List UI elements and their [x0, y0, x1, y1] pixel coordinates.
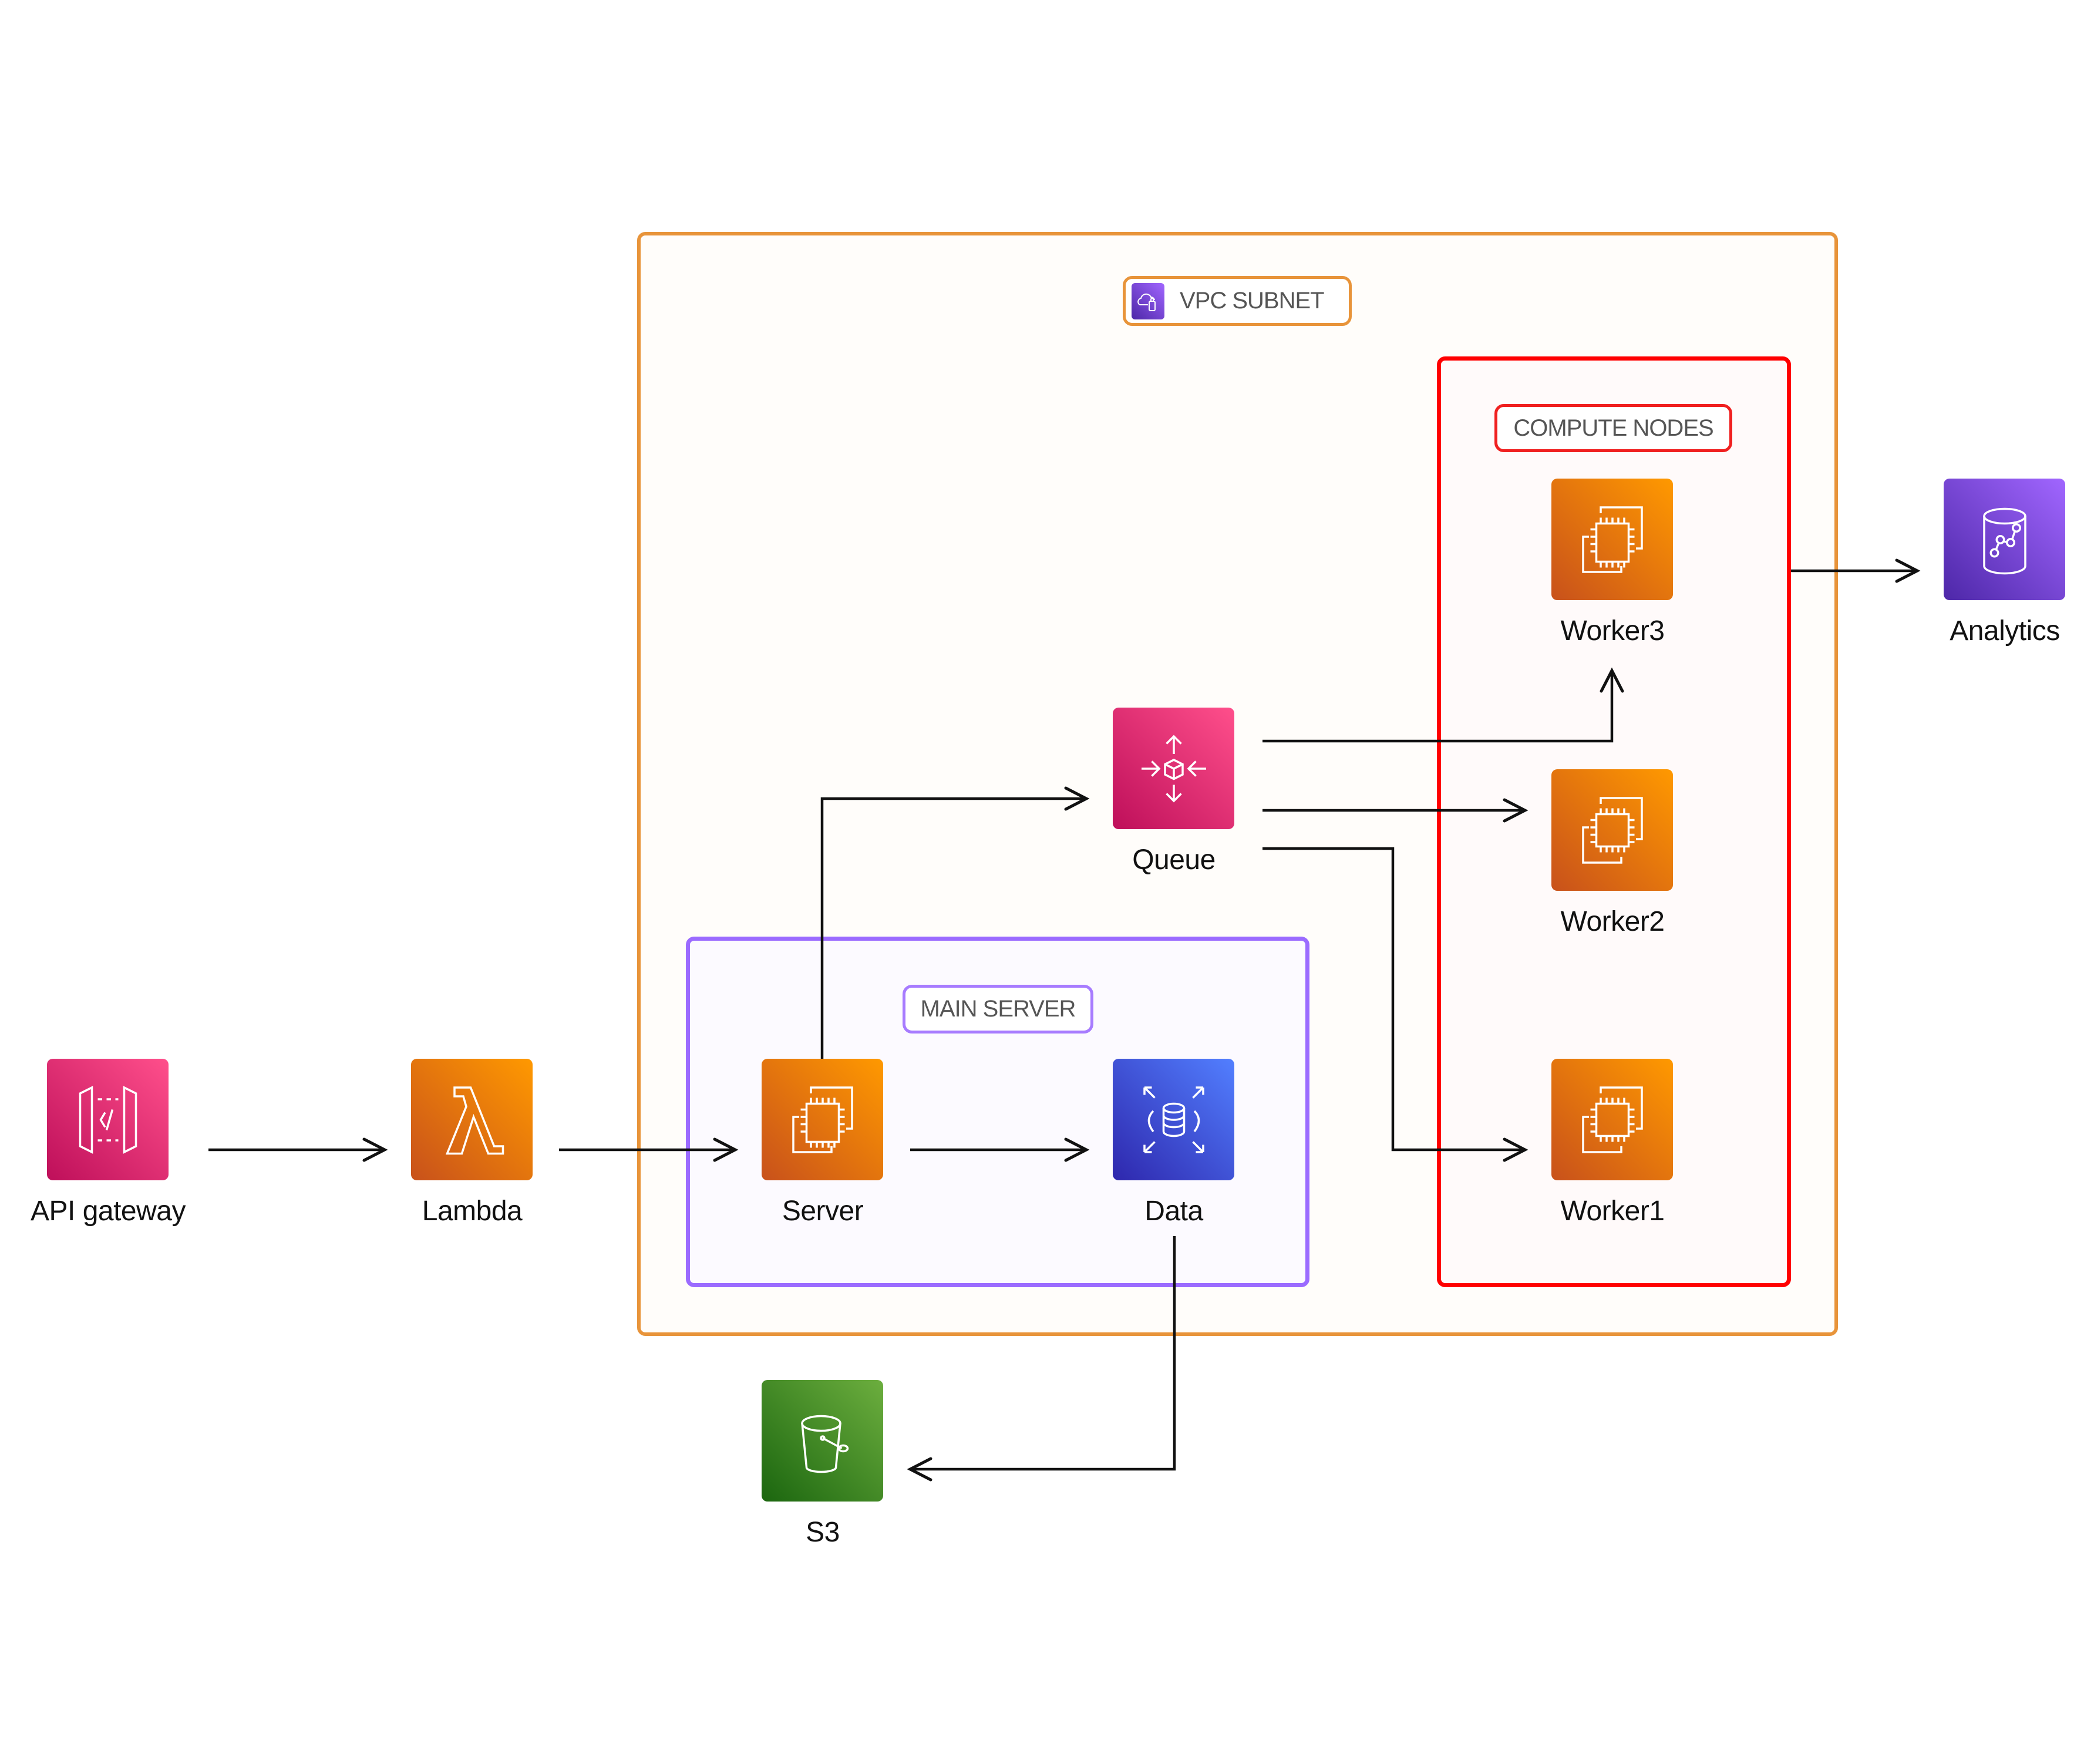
analytics-icon	[1982, 507, 2026, 574]
vpc-cloud-icon	[1132, 282, 1164, 319]
ec2-instance-icon	[1581, 796, 1643, 864]
lambda-label: Lambda	[422, 1196, 523, 1227]
analytics-node[interactable]	[1944, 479, 2065, 600]
api-gateway-icon	[79, 1085, 137, 1154]
s3-bucket-icon	[800, 1415, 849, 1473]
lambda-node[interactable]	[411, 1059, 533, 1180]
queue-label: Queue	[1132, 844, 1216, 876]
analytics-label: Analytics	[1950, 615, 2060, 647]
ec2-instance-icon	[1581, 1086, 1643, 1153]
server-node[interactable]	[762, 1059, 883, 1180]
worker3-label: Worker3	[1560, 615, 1665, 647]
compute-nodes-label: COMPUTE NODES	[1494, 404, 1732, 452]
main-server-label: MAIN SERVER	[903, 985, 1093, 1034]
rds-database-icon	[1143, 1086, 1204, 1153]
data-node[interactable]	[1113, 1059, 1234, 1180]
s3-node[interactable]	[762, 1380, 883, 1502]
queue-node[interactable]	[1113, 708, 1234, 829]
data-label: Data	[1144, 1196, 1203, 1227]
vpc-subnet-label: VPC SUBNET	[1123, 276, 1352, 326]
ec2-instance-icon	[792, 1086, 853, 1153]
lambda-icon	[445, 1086, 504, 1154]
worker1-label: Worker1	[1560, 1196, 1665, 1227]
sqs-queue-icon	[1141, 735, 1206, 802]
api-gateway-label: API gateway	[31, 1196, 186, 1227]
vpc-subnet-title: VPC SUBNET	[1180, 288, 1325, 314]
worker2-label: Worker2	[1560, 906, 1665, 937]
s3-label: S3	[806, 1517, 840, 1548]
worker3-node[interactable]	[1551, 479, 1673, 600]
server-label: Server	[782, 1196, 864, 1227]
ec2-instance-icon	[1581, 506, 1643, 573]
worker1-node[interactable]	[1551, 1059, 1673, 1180]
worker2-node[interactable]	[1551, 769, 1673, 891]
api-gateway-node[interactable]	[47, 1059, 169, 1180]
